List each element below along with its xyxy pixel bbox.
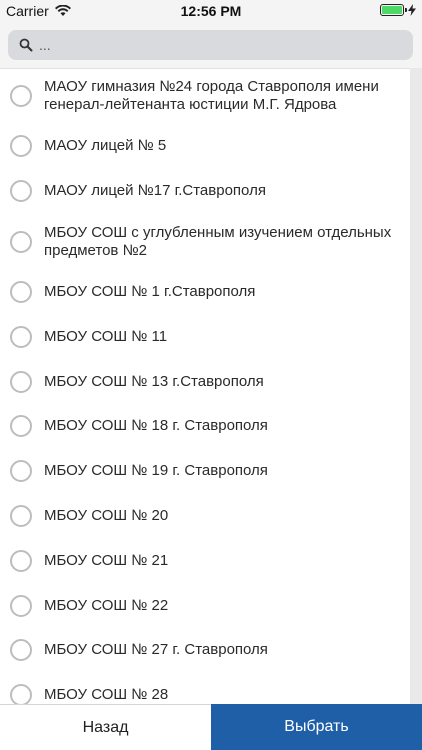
radio-button[interactable] bbox=[10, 594, 32, 617]
radio-button[interactable] bbox=[10, 549, 32, 572]
search-input[interactable] bbox=[37, 36, 401, 54]
list-item[interactable]: МБОУ СОШ № 18 г. Ставрополя bbox=[0, 404, 410, 449]
radio-button[interactable] bbox=[10, 280, 32, 303]
radio-button[interactable] bbox=[10, 180, 32, 203]
list-item[interactable]: МБОУ СОШ № 22 bbox=[0, 583, 410, 628]
battery-level bbox=[382, 6, 402, 14]
radio-button[interactable] bbox=[10, 639, 32, 662]
select-button[interactable]: Выбрать bbox=[211, 704, 422, 750]
school-name: МАОУ гимназия №24 города Ставрополя имен… bbox=[44, 78, 379, 113]
radio-button[interactable] bbox=[10, 415, 32, 438]
school-name: МБОУ СОШ № 28 bbox=[44, 686, 169, 704]
list-item[interactable]: МБОУ СОШ № 20 bbox=[0, 494, 410, 539]
radio-button[interactable] bbox=[10, 230, 32, 253]
radio-button[interactable] bbox=[10, 325, 32, 348]
school-name: МБОУ СОШ № 27 г. Ставрополя bbox=[44, 641, 268, 659]
school-name: МАОУ лицей № 5 bbox=[44, 137, 167, 155]
battery-icon bbox=[380, 4, 407, 16]
radio-button[interactable] bbox=[10, 684, 32, 704]
school-name: МБОУ СОШ № 19 г. Ставрополя bbox=[44, 462, 268, 480]
radio-button[interactable] bbox=[10, 370, 32, 393]
list-item[interactable]: МБОУ СОШ № 27 г. Ставрополя bbox=[0, 628, 410, 673]
school-name: МБОУ СОШ № 13 г.Ставрополя bbox=[44, 372, 264, 390]
list-item[interactable]: МАОУ лицей №17 г.Ставрополя bbox=[0, 169, 410, 214]
radio-button[interactable] bbox=[10, 460, 32, 483]
list-item[interactable]: МБОУ СОШ с углубленным изучением отдельн… bbox=[0, 214, 410, 270]
list-item[interactable]: МАОУ гимназия №24 города Ставрополя имен… bbox=[0, 68, 410, 124]
school-name: МБОУ СОШ № 18 г. Ставрополя bbox=[44, 417, 268, 435]
radio-button[interactable] bbox=[10, 135, 32, 158]
list-item[interactable]: МБОУ СОШ № 11 bbox=[0, 314, 410, 359]
list-item[interactable]: МБОУ СОШ № 1 г.Ставрополя bbox=[0, 270, 410, 315]
school-name: МБОУ СОШ № 1 г.Ставрополя bbox=[44, 282, 256, 300]
school-name: МБОУ СОШ № 22 bbox=[44, 596, 169, 614]
school-name: МБОУ СОШ с углубленным изучением отдельн… bbox=[44, 223, 392, 259]
school-name: МБОУ СОШ № 11 bbox=[44, 327, 168, 345]
list-item[interactable]: МАОУ лицей № 5 bbox=[0, 124, 410, 169]
school-list: МАОУ гимназия №24 города Ставрополя имен… bbox=[0, 68, 410, 704]
school-name: МБОУ СОШ № 21 bbox=[44, 551, 169, 569]
list-item[interactable]: МБОУ СОШ № 19 г. Ставрополя bbox=[0, 449, 410, 494]
radio-button[interactable] bbox=[10, 85, 32, 107]
search-bar bbox=[0, 22, 422, 69]
school-name: МБОУ СОШ № 20 bbox=[44, 506, 169, 524]
radio-button[interactable] bbox=[10, 504, 32, 527]
list-item[interactable]: МБОУ СОШ № 28 bbox=[0, 673, 410, 704]
back-button[interactable]: Назад bbox=[0, 704, 211, 750]
search-icon bbox=[19, 38, 33, 52]
scrollbar[interactable] bbox=[410, 68, 422, 704]
search-field[interactable] bbox=[8, 30, 413, 60]
charging-icon bbox=[408, 4, 416, 16]
list-item[interactable]: МБОУ СОШ № 21 bbox=[0, 538, 410, 583]
school-name: МАОУ лицей №17 г.Ставрополя bbox=[44, 182, 266, 200]
clock: 12:56 PM bbox=[180, 3, 242, 19]
status-bar: Carrier 12:56 PM bbox=[0, 0, 422, 22]
footer-bar: Назад Выбрать bbox=[0, 704, 422, 750]
list-item[interactable]: МБОУ СОШ № 13 г.Ставрополя bbox=[0, 359, 410, 404]
battery-group bbox=[380, 4, 416, 16]
